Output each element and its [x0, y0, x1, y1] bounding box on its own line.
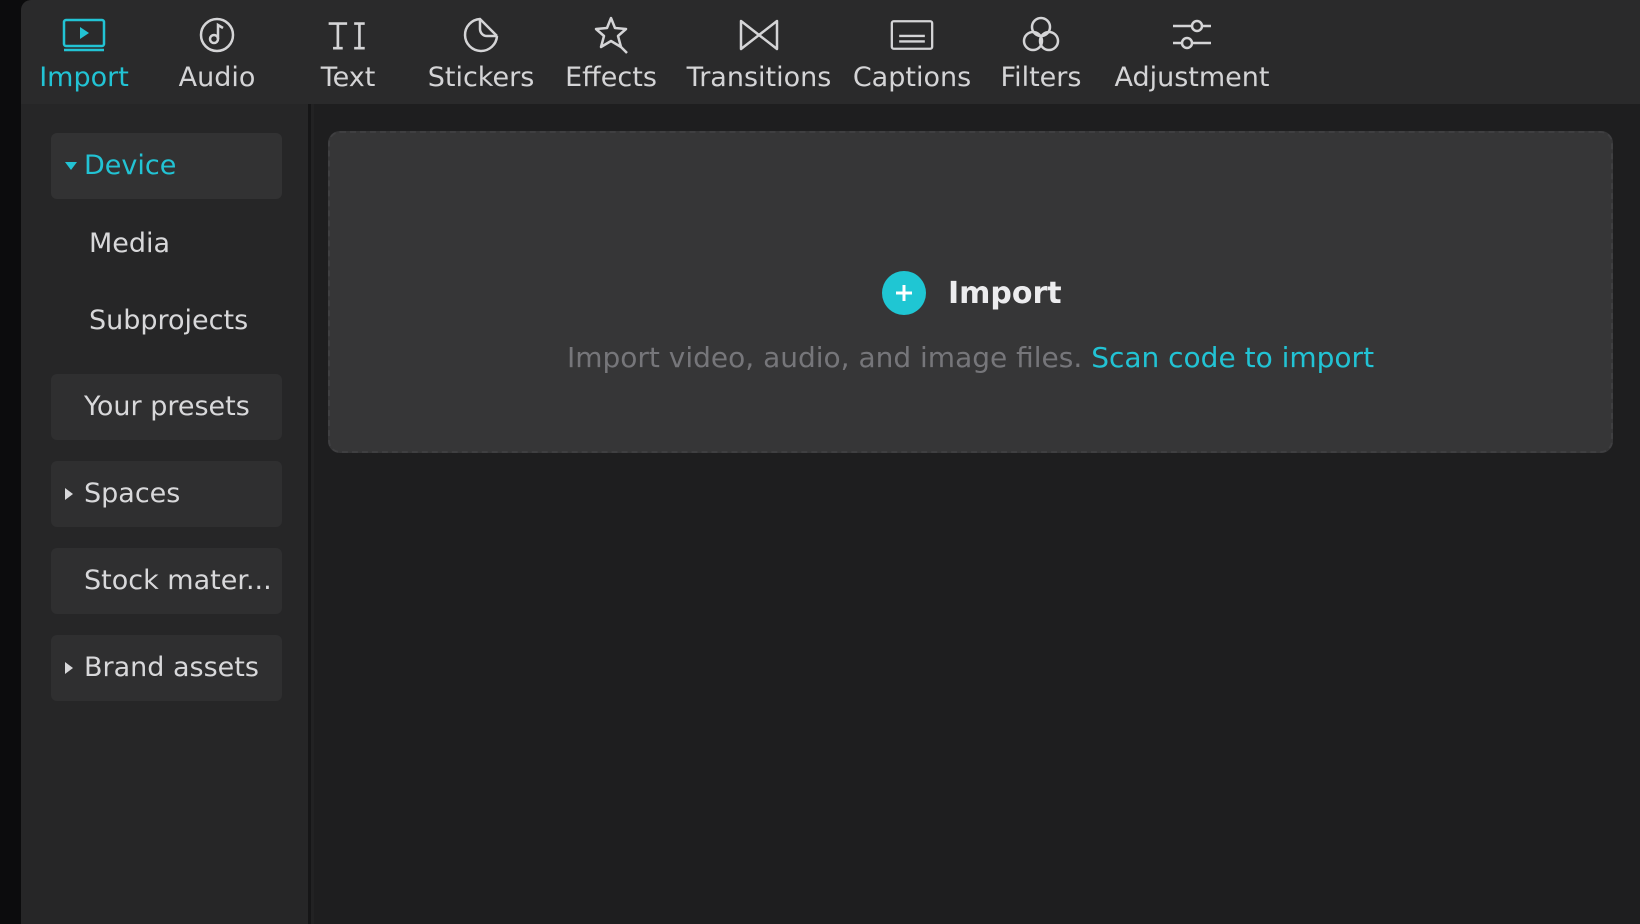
sidebar-item-stock-material[interactable]: Stock mater... — [51, 548, 282, 614]
scan-code-link[interactable]: Scan code to import — [1091, 341, 1374, 374]
tab-text[interactable]: Text — [291, 0, 405, 104]
sidebar-item-label: Brand assets — [84, 652, 259, 683]
sidebar-item-label: Stock mater... — [84, 565, 272, 596]
captions-icon — [890, 14, 934, 56]
app-window: Import Audio Text Stickers Effects Trans… — [21, 0, 1640, 924]
tab-captions[interactable]: Captions — [847, 0, 977, 104]
effects-icon — [589, 14, 633, 56]
stickers-icon — [459, 14, 503, 56]
sidebar-item-your-presets[interactable]: Your presets — [51, 374, 282, 440]
tab-adjustment[interactable]: Adjustment — [1111, 0, 1273, 104]
import-button[interactable]: Import — [882, 270, 1062, 316]
media-panel: Import Import video, audio, and image fi… — [314, 104, 1640, 924]
import-hint: Import video, audio, and image files. Sc… — [330, 341, 1611, 374]
tab-label: Captions — [852, 62, 972, 93]
adjustment-icon — [1170, 14, 1214, 56]
filters-icon — [1019, 14, 1063, 56]
import-hint-text: Import video, audio, and image files. — [566, 341, 1083, 374]
chevron-down-icon — [65, 162, 77, 170]
tab-label: Stickers — [427, 62, 535, 93]
tab-transitions[interactable]: Transitions — [686, 0, 832, 104]
source-sidebar: Device Media Subprojects Your presets Sp… — [21, 104, 311, 924]
chevron-right-icon — [65, 488, 73, 500]
import-button-label: Import — [948, 275, 1062, 311]
tab-stickers[interactable]: Stickers — [421, 0, 541, 104]
tab-audio[interactable]: Audio — [160, 0, 274, 104]
sidebar-item-label: Spaces — [84, 478, 181, 509]
chevron-right-icon — [65, 662, 73, 674]
tab-label: Audio — [178, 62, 256, 93]
sidebar-item-media[interactable]: Media — [51, 211, 282, 277]
sidebar-item-label: Your presets — [84, 391, 250, 422]
sidebar-item-spaces[interactable]: Spaces — [51, 461, 282, 527]
sidebar-item-label: Subprojects — [89, 305, 249, 336]
tab-label: Filters — [1000, 62, 1082, 93]
sidebar-item-brand-assets[interactable]: Brand assets — [51, 635, 282, 701]
import-media-icon — [62, 14, 106, 56]
transitions-icon — [737, 14, 781, 56]
sidebar-item-subprojects[interactable]: Subprojects — [51, 288, 282, 354]
sidebar-item-device[interactable]: Device — [51, 133, 282, 199]
top-toolbar: Import Audio Text Stickers Effects Trans… — [21, 0, 1640, 104]
tab-filters[interactable]: Filters — [989, 0, 1093, 104]
tab-label: Text — [320, 62, 376, 93]
tab-import[interactable]: Import — [27, 0, 141, 104]
plus-icon — [882, 271, 926, 315]
sidebar-item-label: Media — [89, 228, 171, 259]
audio-icon — [195, 14, 239, 56]
text-icon — [326, 14, 370, 56]
tab-label: Transitions — [686, 62, 832, 93]
tab-label: Effects — [565, 62, 657, 93]
import-dropzone[interactable]: Import Import video, audio, and image fi… — [328, 131, 1613, 453]
tab-effects[interactable]: Effects — [556, 0, 666, 104]
tab-label: Import — [39, 62, 129, 93]
sidebar-item-label: Device — [84, 150, 177, 181]
tab-label: Adjustment — [1114, 62, 1270, 93]
